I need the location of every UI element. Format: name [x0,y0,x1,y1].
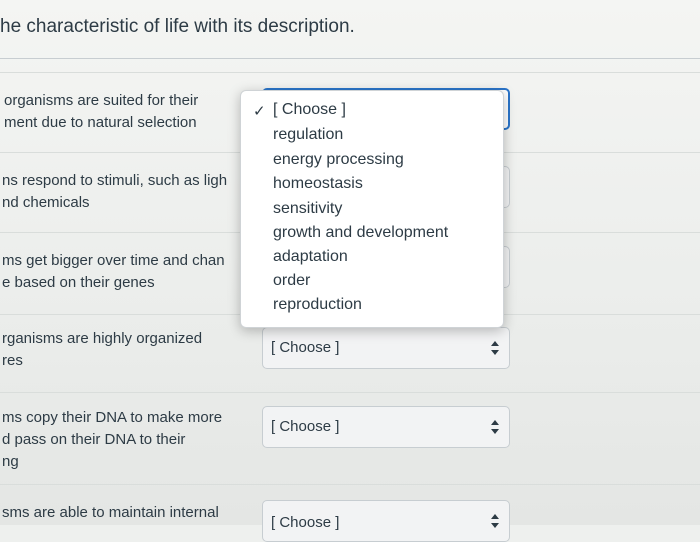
dropdown-menu: ✓ [ Choose ] regulation energy processin… [240,90,504,328]
select-value: [ Choose ] [271,339,340,356]
dropdown-option-sensitivity[interactable]: sensitivity [273,200,342,218]
answer-select-4[interactable]: [ Choose ] [262,327,510,369]
dropdown-option-reproduction[interactable]: reproduction [273,296,362,314]
select-value: [ Choose ] [271,418,340,435]
answer-select-6[interactable]: [ Choose ] [262,500,510,542]
dropdown-option-growth-and-development[interactable]: growth and development [273,224,448,242]
question-line: rganisms are highly organized [2,330,203,347]
question-line: organisms are suited for their [4,92,199,109]
question-3-text: ms get bigger over time and chan e based… [2,250,225,294]
up-down-arrows-icon [491,420,499,434]
dropdown-option-energy-processing[interactable]: energy processing [273,151,404,169]
question-2-text: ns respond to stimuli, such as ligh nd c… [2,170,227,214]
row-separator [0,392,700,393]
row-separator [0,484,700,485]
up-down-arrows-icon [491,514,499,528]
select-value: [ Choose ] [271,514,340,531]
dropdown-option-choose[interactable]: [ Choose ] [273,101,346,119]
question-1-text: organisms are suited for their ment due … [4,90,198,134]
question-5-text: ms copy their DNA to make more d pass on… [2,407,222,473]
dropdown-option-order[interactable]: order [273,272,310,290]
dropdown-option-regulation[interactable]: regulation [273,126,343,144]
quiz-page: he characteristic of life with its descr… [0,0,700,542]
up-down-arrows-icon [491,341,499,355]
question-line: d pass on their DNA to their [2,431,186,448]
question-line: nd chemicals [2,194,90,211]
question-line: ns respond to stimuli, such as ligh [2,172,228,189]
divider [0,58,700,59]
checkmark-icon: ✓ [253,103,266,120]
question-line: ms copy their DNA to make more [2,409,223,426]
question-line: e based on their genes [2,274,155,291]
answer-select-5[interactable]: [ Choose ] [262,406,510,448]
page-title: he characteristic of life with its descr… [0,16,355,37]
question-line: sms are able to maintain internal [2,504,219,521]
question-line: ng [2,453,19,470]
question-4-text: rganisms are highly organized res [2,328,202,372]
question-6-text: sms are able to maintain internal [2,502,219,524]
dropdown-option-homeostasis[interactable]: homeostasis [273,175,363,193]
question-line: ment due to natural selection [4,114,197,131]
row-separator [0,72,700,73]
question-line: ms get bigger over time and chan [2,252,225,269]
dropdown-option-adaptation[interactable]: adaptation [273,248,348,266]
question-line: res [2,352,23,369]
